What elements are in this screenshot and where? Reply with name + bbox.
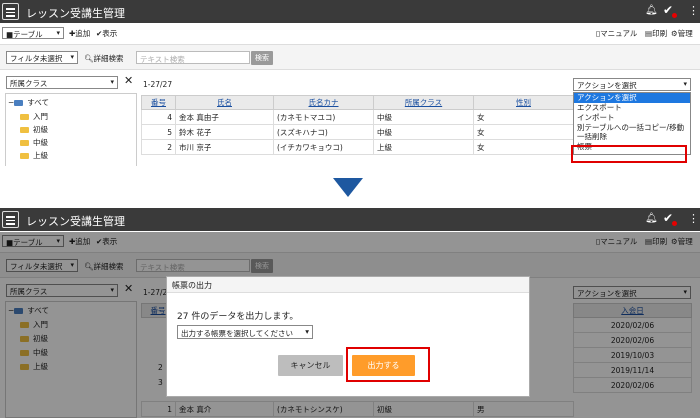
folder-icon (20, 114, 29, 120)
column-header-gender[interactable]: 性別 (473, 95, 574, 110)
column-header-number[interactable]: 番号 (141, 95, 176, 110)
bell-icon[interactable]: 🔔︎ (645, 213, 658, 224)
class-select[interactable]: 所属クラス ▾ (6, 76, 118, 89)
view-select[interactable]: ■テーブル ▾ (2, 27, 64, 39)
action-select[interactable]: アクションを選択 ▾ (573, 78, 691, 91)
column-header-kana[interactable]: 氏名カナ (273, 95, 374, 110)
folder-icon (14, 100, 24, 106)
chevron-down-icon: ▾ (56, 29, 60, 37)
tree-item-beginner[interactable]: 初級 (20, 124, 48, 135)
action-option-import[interactable]: インポート (574, 113, 690, 123)
column-header-name[interactable]: 氏名 (175, 95, 274, 110)
dialog-title: 帳票の出力 (167, 277, 529, 293)
filter-select[interactable]: フィルタ未選択 ▾ (6, 51, 78, 64)
search-icon: 🔍︎ (84, 54, 94, 63)
chevron-down-icon: ▾ (70, 53, 74, 61)
table-row[interactable]: 4 金本 真由子 (カネモトマユコ) 中級 女 (141, 109, 574, 125)
display-button[interactable]: ✔表示 (96, 28, 117, 39)
text-search-input[interactable]: テキスト検索 (136, 51, 250, 64)
title-bar: レッスン受講生管理 🔔︎ ✔ ⋮ (0, 208, 700, 231)
action-option-export[interactable]: エクスポート (574, 103, 690, 113)
students-table: 番号 氏名 氏名カナ 所属クラス 性別 4 金本 真由子 (カネモトマユコ) 中… (141, 95, 574, 155)
tree-item-advanced[interactable]: 上級 (20, 150, 48, 161)
app-title: レッスン受講生管理 (26, 7, 125, 20)
detail-search-link[interactable]: 🔍︎詳細検索 (84, 53, 124, 64)
hamburger-menu-button[interactable] (2, 3, 19, 20)
folder-icon (20, 140, 29, 146)
tree-item-all[interactable]: − すべて (8, 97, 49, 108)
dialog-message: 27 件のデータを出力します。 (177, 312, 299, 322)
folder-icon (20, 127, 29, 133)
title-bar: レッスン受講生管理 🔔︎ ✔ ⋮ (0, 0, 700, 23)
table-row[interactable]: 2 市川 京子 (イチカワキョウコ) 上級 女 (141, 139, 574, 155)
hamburger-menu-button[interactable] (2, 211, 19, 228)
print-link[interactable]: ▤印刷 (645, 28, 667, 39)
chevron-down-icon: ▾ (683, 80, 687, 88)
down-arrow-icon (333, 178, 363, 197)
toolbar: ■テーブル ▾ ✚追加 ✔表示 ▯マニュアル ▤印刷 ⚙管理 (0, 24, 700, 41)
search-button[interactable]: 検索 (251, 51, 273, 65)
notification-dot (672, 221, 677, 226)
gear-icon: ⚙ (671, 29, 678, 38)
highlight-report-option (571, 145, 687, 163)
kebab-icon[interactable]: ⋮ (688, 4, 699, 17)
app-title: レッスン受講生管理 (26, 215, 125, 228)
tree-item-intro[interactable]: 入門 (20, 111, 48, 122)
column-header-class[interactable]: 所属クラス (373, 95, 474, 110)
record-count: 1-27/27 (143, 80, 173, 89)
tree-item-intermediate[interactable]: 中級 (20, 137, 48, 148)
chevron-down-icon: ▾ (110, 78, 114, 86)
cancel-button[interactable]: キャンセル (278, 355, 343, 376)
table-row[interactable]: 5 鈴木 花子 (スズキハナコ) 中級 女 (141, 124, 574, 140)
bell-icon[interactable]: 🔔︎ (645, 5, 658, 16)
filter-row: フィルタ未選択 ▾ 🔍︎詳細検索 テキスト検索 検索 (0, 44, 700, 70)
kebab-icon[interactable]: ⋮ (688, 212, 699, 225)
folder-icon (20, 153, 29, 159)
highlight-output-button (346, 347, 430, 382)
chevron-down-icon: ▾ (305, 327, 309, 336)
manual-link[interactable]: ▯マニュアル (596, 28, 637, 39)
add-button[interactable]: ✚追加 (69, 28, 90, 39)
action-option-bulk-delete[interactable]: 一括削除 (574, 133, 690, 140)
notification-dot (672, 13, 677, 18)
report-template-select[interactable]: 出力する帳票を選択してください ▾ (177, 325, 313, 339)
admin-link[interactable]: ⚙管理 (671, 28, 693, 39)
close-icon[interactable]: ✕ (124, 74, 133, 87)
class-tree: − すべて 入門 初級 中級 上級 (5, 93, 137, 166)
screenshot-before: レッスン受講生管理 🔔︎ ✔ ⋮ ■テーブル ▾ ✚追加 ✔表示 ▯マニュアル ▤… (0, 0, 700, 166)
action-option-bulk-copy[interactable]: 別テーブルへの一括コピー/移動 (574, 123, 690, 133)
action-option-select[interactable]: アクションを選択 (574, 93, 690, 103)
